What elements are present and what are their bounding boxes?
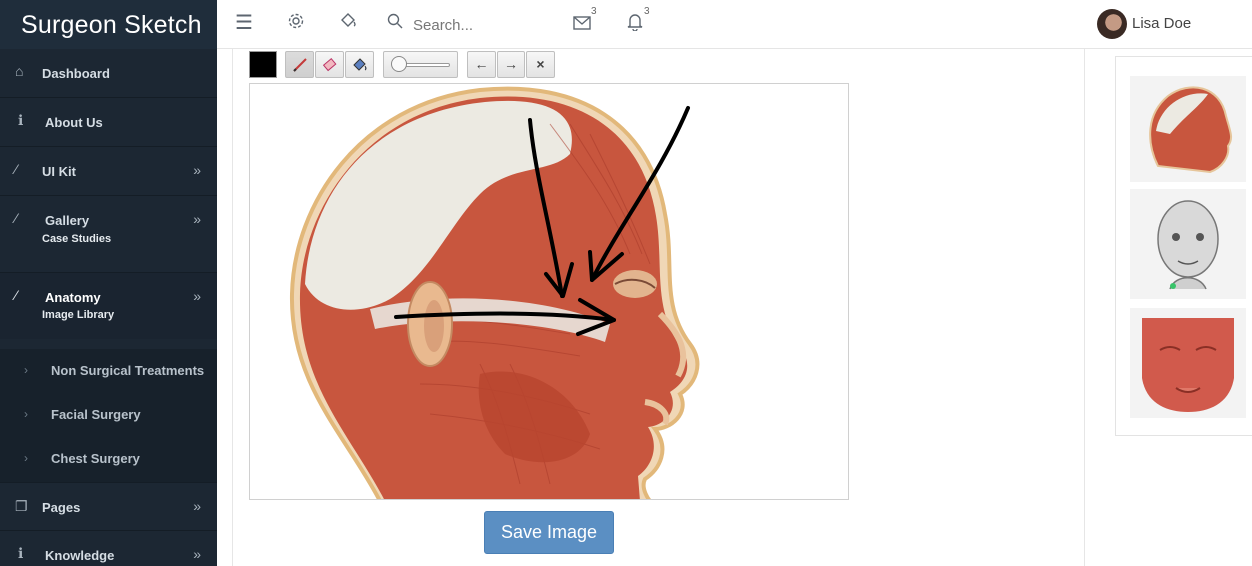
info-icon: ℹ (18, 545, 24, 561)
sidebar-item-label: Knowledge (45, 548, 115, 563)
sidebar-item-about[interactable]: ℹ About Us (0, 98, 217, 147)
sidebar-item-gallery[interactable]: ⁄ Gallery Case Studies » (0, 196, 217, 273)
fill-tool-button[interactable] (345, 51, 374, 78)
search-input[interactable] (413, 14, 553, 36)
eraser-tool-button[interactable] (315, 51, 344, 78)
app-title: Surgeon Sketch (0, 0, 217, 49)
chevron-right-icon: » (193, 162, 201, 178)
thumbnail-head-side[interactable] (1130, 76, 1246, 182)
home-icon: ⌂ (15, 63, 24, 79)
pencil-tool-button[interactable] (285, 51, 314, 78)
sidebar-item-anatomy[interactable]: ⁄ Anatomy Image Library » (0, 273, 217, 339)
chevron-right-icon: › (24, 407, 28, 421)
brush-size-slider[interactable] (383, 51, 458, 78)
search-icon (387, 13, 403, 34)
info-icon: ℹ (18, 112, 24, 128)
user-name[interactable]: Lisa Doe (1132, 15, 1191, 32)
sidebar-item-label: UI Kit (42, 164, 76, 179)
pages-icon: ❐ (15, 498, 28, 514)
sidebar-item-label: Pages (42, 500, 81, 515)
clear-button[interactable]: × (526, 51, 555, 78)
chevron-right-icon: › (24, 451, 28, 465)
color-picker[interactable] (249, 51, 277, 78)
wand-icon: ⁄ (15, 210, 18, 226)
top-bar: ☰ 3 3 Lisa Doe (217, 0, 1252, 49)
sidebar-item-label: About Us (45, 115, 103, 130)
wand-icon: ⁄ (15, 161, 18, 177)
submenu-item-facial-surgery[interactable]: › Facial Surgery (0, 393, 217, 437)
save-image-button[interactable]: Save Image (484, 511, 614, 554)
avatar[interactable] (1097, 9, 1127, 39)
chevron-right-icon: › (24, 363, 28, 377)
paint-bucket-icon (352, 58, 366, 71)
menu-icon[interactable]: ☰ (235, 10, 253, 35)
thumbnail-face-muscles[interactable] (1130, 308, 1246, 418)
eraser-icon (322, 58, 336, 72)
thumbnail-head-front-gray[interactable] (1130, 189, 1246, 299)
bell-icon[interactable] (627, 13, 643, 36)
sidebar-item-label: Gallery (45, 213, 90, 228)
mail-icon[interactable] (573, 14, 591, 35)
sidebar: Surgeon Sketch ⌂ Dashboard ℹ About Us ⁄ … (0, 0, 217, 566)
submenu-item-label: Chest Surgery (51, 451, 140, 466)
sidebar-item-knowledge[interactable]: ℹ Knowledge » (0, 531, 217, 566)
undo-button[interactable]: ← (467, 51, 496, 78)
pencil-icon (292, 58, 307, 72)
submenu-item-chest-surgery[interactable]: › Chest Surgery (0, 437, 217, 481)
slider-handle[interactable] (391, 56, 407, 72)
thumbnail-image (1149, 86, 1233, 174)
chevron-right-icon: » (193, 546, 201, 562)
sidebar-item-ui-kit[interactable]: ⁄ UI Kit » (0, 147, 217, 196)
sidebar-item-sublabel: Image Library (42, 309, 115, 321)
anatomy-submenu: › Non Surgical Treatments › Facial Surge… (0, 349, 217, 482)
submenu-item-label: Facial Surgery (51, 407, 141, 422)
paint-bucket-icon[interactable] (339, 12, 357, 35)
chevron-right-icon: » (193, 211, 201, 227)
chevron-right-icon: » (193, 498, 201, 514)
redo-button[interactable]: → (497, 51, 525, 78)
chevron-right-icon: » (193, 288, 201, 304)
submenu-item-non-surgical[interactable]: › Non Surgical Treatments (0, 349, 217, 393)
wand-icon: ⁄ (15, 287, 18, 303)
sidebar-item-label: Anatomy (45, 290, 101, 305)
sidebar-item-label: Dashboard (42, 66, 110, 81)
drawing-canvas[interactable] (249, 83, 849, 500)
sidebar-item-pages[interactable]: ❐ Pages » (0, 482, 217, 531)
thumbnail-image (1157, 200, 1219, 290)
gear-icon[interactable] (287, 12, 305, 35)
submenu-item-label: Non Surgical Treatments (51, 363, 205, 378)
notification-count-badge: 3 (644, 6, 650, 17)
sidebar-item-sublabel: Case Studies (42, 233, 112, 245)
thumbnail-image (1142, 318, 1234, 412)
anatomy-head-image (289, 86, 700, 499)
sidebar-item-dashboard[interactable]: ⌂ Dashboard (0, 49, 217, 98)
mail-count-badge: 3 (591, 6, 597, 17)
